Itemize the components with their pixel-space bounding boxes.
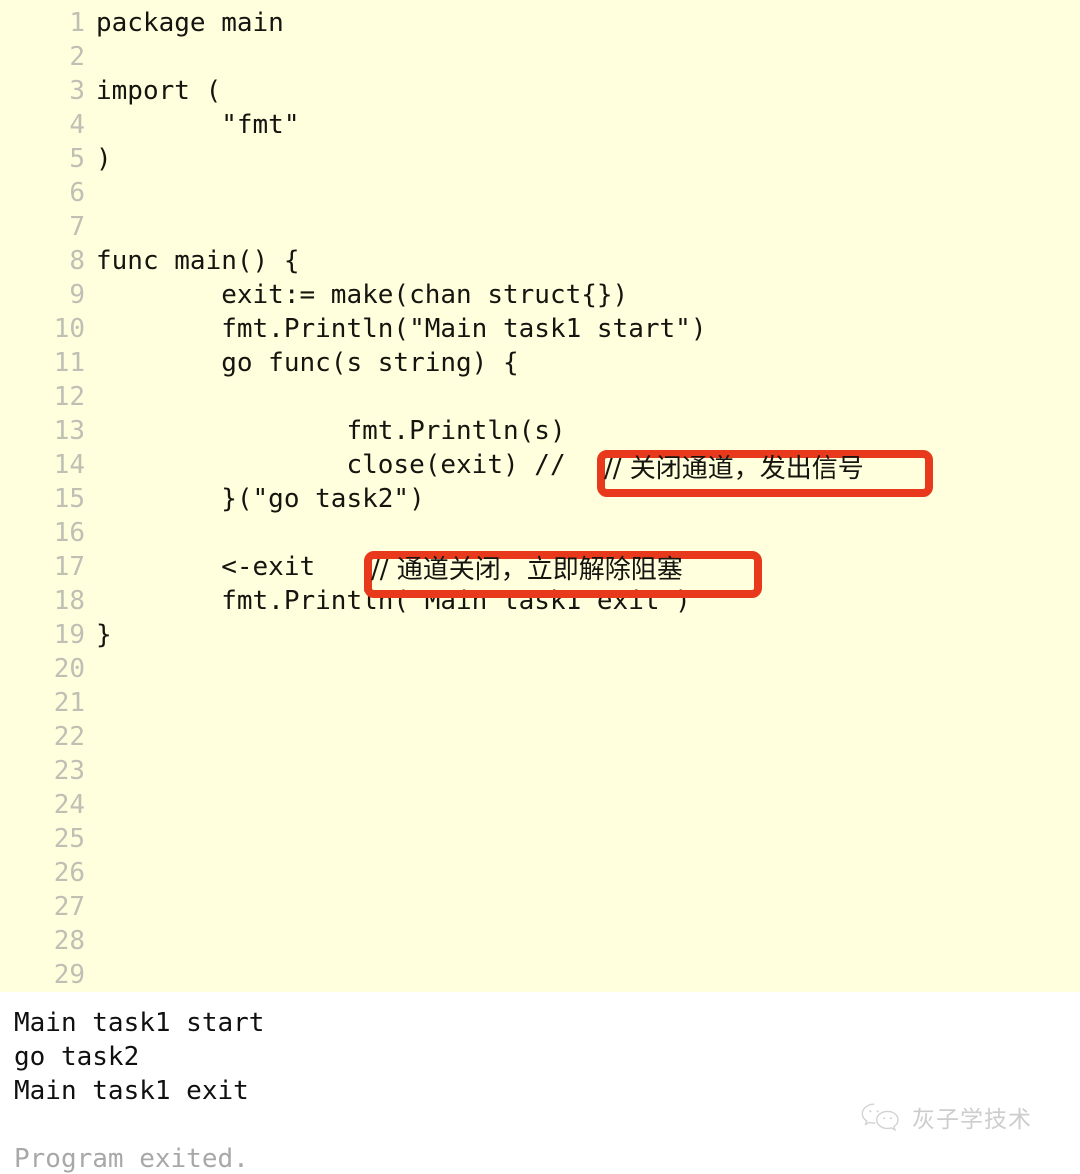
output-line: Main task1 start [14, 1008, 265, 1038]
output-line: Main task1 exit [14, 1076, 249, 1106]
line-number: 29 [53, 960, 85, 990]
code-line[interactable]: 21 [0, 686, 1080, 720]
code-line[interactable]: 5) [0, 142, 1080, 176]
line-number: 25 [53, 824, 85, 854]
code-line[interactable]: 4 "fmt" [0, 108, 1080, 142]
code-line[interactable]: 3 import ( [0, 74, 1080, 108]
code-line[interactable]: 18 fmt.Println("Main task1 exit") [0, 584, 1080, 618]
code-line[interactable]: 6 [0, 176, 1080, 210]
line-source: import ( [96, 76, 222, 106]
code-line[interactable]: 29 [0, 958, 1080, 992]
code-line[interactable]: 27 [0, 890, 1080, 924]
code-line[interactable]: 15 }("go task2") [0, 482, 1080, 516]
line-number: 14 [53, 450, 85, 480]
code-line[interactable]: 14 close(exit) // [0, 448, 1080, 482]
watermark-label: 灰子学技术 [912, 1107, 1032, 1133]
code-line[interactable]: 2 [0, 40, 1080, 74]
code-line[interactable]: 8 func main() { [0, 244, 1080, 278]
code-line[interactable]: 1 package main [0, 6, 1080, 40]
line-source: fmt.Println("Main task1 exit") [96, 586, 691, 616]
line-number: 24 [53, 790, 85, 820]
code-line[interactable]: 7 [0, 210, 1080, 244]
wechat-icon [860, 1102, 902, 1132]
line-source: ) [96, 144, 112, 174]
line-source: package main [96, 8, 284, 38]
code-line[interactable]: 24 [0, 788, 1080, 822]
line-number: 23 [53, 756, 85, 786]
line-number: 11 [53, 348, 85, 378]
line-number: 17 [53, 552, 85, 582]
line-number: 5 [69, 144, 85, 174]
line-number: 22 [53, 722, 85, 752]
output-line: go task2 [14, 1042, 140, 1072]
line-source: "fmt" [96, 110, 300, 140]
code-line[interactable]: 22 [0, 720, 1080, 754]
line-source: func main() { [96, 246, 300, 276]
code-line[interactable]: 12 [0, 380, 1080, 414]
code-line[interactable]: 13 fmt.Println(s) [0, 414, 1080, 448]
line-source: <-exit [96, 552, 347, 582]
line-number: 2 [69, 42, 85, 72]
code-screenshot: 1 package main 2 3 import (4 "fmt" 5) 6 7 8 func … [0, 0, 1080, 1174]
line-number: 18 [53, 586, 85, 616]
line-source: }("go task2") [96, 484, 425, 514]
line-number: 4 [69, 110, 85, 140]
code-line[interactable]: 10 fmt.Println("Main task1 start") [0, 312, 1080, 346]
comment-close-channel: // 关闭通道，发出信号 [604, 454, 864, 484]
output-line: Program exited. [14, 1144, 249, 1174]
line-number: 8 [69, 246, 85, 276]
line-number: 3 [69, 76, 85, 106]
watermark: 灰子学技术 [860, 1100, 1032, 1134]
line-number: 19 [53, 620, 85, 650]
line-source: fmt.Println(s) [96, 416, 566, 446]
line-number: 13 [53, 416, 85, 446]
line-number: 28 [53, 926, 85, 956]
line-number: 26 [53, 858, 85, 888]
code-line[interactable]: 19} [0, 618, 1080, 652]
code-line[interactable]: 23 [0, 754, 1080, 788]
line-number: 7 [69, 212, 85, 242]
line-number: 6 [69, 178, 85, 208]
code-line[interactable]: 16 [0, 516, 1080, 550]
comment-channel-closed: // 通道关闭，立即解除阻塞 [371, 555, 683, 585]
line-source: exit:= make(chan struct{}) [96, 280, 629, 310]
line-number: 12 [53, 382, 85, 412]
code-line[interactable]: 9 exit:= make(chan struct{}) [0, 278, 1080, 312]
line-number: 16 [53, 518, 85, 548]
line-number: 15 [53, 484, 85, 514]
code-line[interactable]: 28 [0, 924, 1080, 958]
line-number: 27 [53, 892, 85, 922]
line-number: 1 [69, 8, 85, 38]
line-number: 9 [69, 280, 85, 310]
code-line[interactable]: 11 go func(s string) { [0, 346, 1080, 380]
line-source: fmt.Println("Main task1 start") [96, 314, 707, 344]
code-line[interactable]: 20 [0, 652, 1080, 686]
line-source: } [96, 620, 112, 650]
code-line[interactable]: 25 [0, 822, 1080, 856]
line-number: 21 [53, 688, 85, 718]
line-source: close(exit) // [96, 450, 566, 480]
line-number: 20 [53, 654, 85, 684]
code-line[interactable]: 26 [0, 856, 1080, 890]
code-editor[interactable]: 1 package main 2 3 import (4 "fmt" 5) 6 7 8 func … [0, 0, 1080, 992]
line-source: go func(s string) { [96, 348, 519, 378]
program-output-panel: Main task1 start go task2 Main task1 exit P… [0, 992, 1080, 1174]
line-number: 10 [53, 314, 85, 344]
